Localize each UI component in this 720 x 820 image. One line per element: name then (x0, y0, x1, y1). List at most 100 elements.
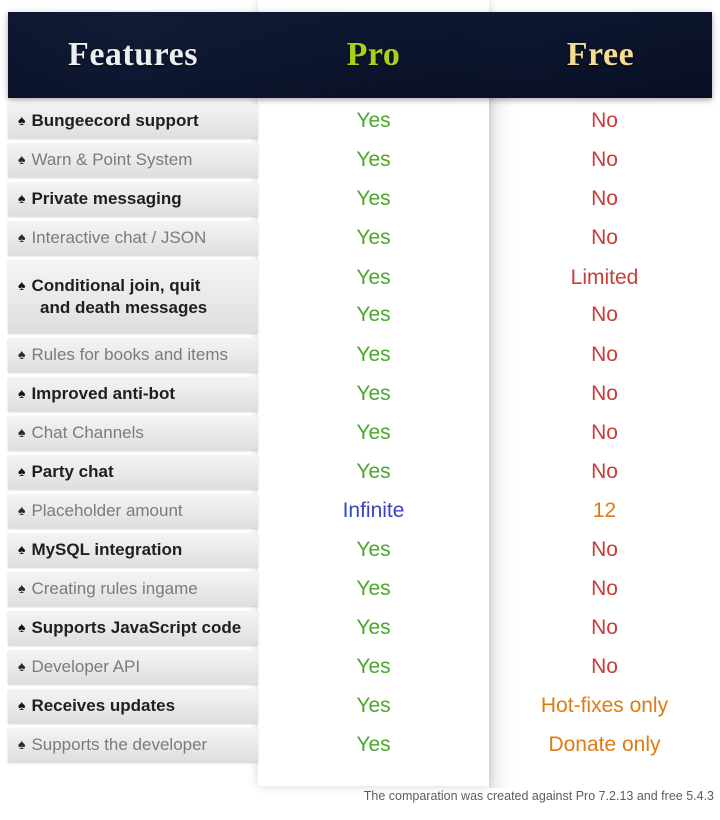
free-value: No (591, 460, 618, 483)
feature-line: ♠ Receives updates (18, 695, 252, 716)
free-value: No (591, 421, 618, 444)
pro-value: Yes (356, 460, 391, 483)
spade-bullet-icon: ♠ (18, 580, 26, 597)
spade-bullet-icon: ♠ (18, 463, 26, 480)
feature-line: ♠ Bungeecord support (18, 110, 252, 131)
feature-cell: ♠ Supports JavaScript code (8, 611, 258, 645)
pro-value: Yes (356, 694, 391, 717)
free-value: No (591, 655, 618, 678)
feature-cell: ♠ Supports the developer (8, 728, 258, 762)
spade-bullet-icon: ♠ (18, 346, 26, 363)
spade-bullet-icon: ♠ (18, 424, 26, 441)
feature-line: ♠ Creating rules ingame (18, 578, 252, 599)
free-value: No (591, 226, 618, 249)
free-value: No (591, 577, 618, 600)
spade-bullet-icon: ♠ (18, 112, 26, 129)
pro-value: Infinite (342, 499, 405, 522)
feature-cell: ♠ Chat Channels (8, 416, 258, 450)
table-row: ♠ Rules for books and items Yes No (0, 338, 720, 372)
feature-line: ♠ MySQL integration (18, 539, 252, 560)
table-body: ♠ Bungeecord support Yes No ♠ Warn & Point Sy… (0, 104, 720, 767)
pro-value: Yes (356, 226, 391, 249)
spade-bullet-icon: ♠ (18, 151, 26, 168)
feature-cell: ♠ Rules for books and items (8, 338, 258, 372)
feature-label: Improved anti-bot (31, 384, 175, 404)
free-value: Hot-fixes only (540, 694, 669, 717)
feature-cell: ♠ Private messaging (8, 182, 258, 216)
feature-label: Party chat (31, 462, 114, 482)
feature-label: Placeholder amount (31, 501, 183, 521)
spade-bullet-icon: ♠ (18, 385, 26, 402)
table-row: ♠ Receives updates Yes Hot-fixes only (0, 689, 720, 723)
feature-label: MySQL integration (31, 540, 183, 560)
feature-cell: ♠ Developer API (8, 650, 258, 684)
feature-cell: ♠ Bungeecord support (8, 104, 258, 138)
feature-cell: ♠ Placeholder amount (8, 494, 258, 528)
table-row: ♠ Supports the developer Yes Donate only (0, 728, 720, 762)
pro-value: Yes (356, 148, 391, 171)
feature-line: ♠ Placeholder amount (18, 500, 252, 521)
feature-line: ♠ Chat Channels (18, 422, 252, 443)
spade-bullet-icon: ♠ (18, 229, 26, 246)
feature-cell: ♠ Interactive chat / JSON (8, 221, 258, 255)
table-row: ♠ Party chat Yes No (0, 455, 720, 489)
feature-label: Private messaging (31, 189, 182, 209)
pro-value: Yes (356, 382, 391, 405)
feature-line: ♠ Party chat (18, 461, 252, 482)
footnote: The comparation was created against Pro … (363, 789, 714, 803)
header-features: Features (68, 36, 198, 73)
table-header-bar: Features Pro Free (8, 12, 712, 98)
feature-cell: ♠ MySQL integration (8, 533, 258, 567)
feature-line: ♠ Rules for books and items (18, 344, 252, 365)
table-row: ♠ MySQL integration Yes No (0, 533, 720, 567)
feature-cell: ♠ Creating rules ingame (8, 572, 258, 606)
pro-value: Yes (356, 538, 391, 561)
feature-label-continued: and death messages (40, 297, 208, 317)
free-value: No (591, 538, 618, 561)
pro-value: Yes (356, 655, 391, 678)
feature-line: ♠ Interactive chat / JSON (18, 227, 252, 248)
spade-bullet-icon: ♠ (18, 658, 26, 675)
pro-value: Yes (356, 302, 391, 326)
pro-value: Yes (356, 109, 391, 132)
table-row: ♠ Improved anti-bot Yes No (0, 377, 720, 411)
feature-cell: ♠ Improved anti-bot (8, 377, 258, 411)
table-row: ♠ Conditional join, quit and death message… (0, 260, 720, 333)
table-row: ♠ Warn & Point System Yes No (0, 143, 720, 177)
feature-label: Warn & Point System (31, 150, 193, 170)
feature-line: ♠ Supports JavaScript code (18, 617, 252, 638)
pro-value: Yes (356, 343, 391, 366)
feature-line: ♠ Improved anti-bot (18, 383, 252, 404)
feature-line: ♠ Supports the developer (18, 734, 252, 755)
feature-cell: ♠ Warn & Point System (8, 143, 258, 177)
feature-label: Rules for books and items (31, 345, 228, 365)
free-value: No (591, 187, 618, 210)
feature-cell: ♠ Conditional join, quit and death message… (8, 260, 258, 333)
pro-value: Yes (356, 577, 391, 600)
table-row: ♠ Bungeecord support Yes No (0, 104, 720, 138)
table-row: ♠ Creating rules ingame Yes No (0, 572, 720, 606)
feature-line: ♠ Private messaging (18, 188, 252, 209)
feature-label: Bungeecord support (31, 111, 199, 131)
table-row: ♠ Supports JavaScript code Yes No (0, 611, 720, 645)
feature-label: Developer API (31, 657, 141, 677)
free-value: No (591, 148, 618, 171)
free-value: No (591, 616, 618, 639)
feature-line: ♠ Conditional join, quit (18, 275, 252, 296)
spade-bullet-icon: ♠ (18, 736, 26, 753)
feature-label: Conditional join, quit (31, 276, 201, 296)
free-value: No (591, 109, 618, 132)
feature-label: Supports the developer (31, 735, 208, 755)
pro-value: Yes (356, 187, 391, 210)
feature-label: Supports JavaScript code (31, 618, 242, 638)
pro-value: Yes (356, 421, 391, 444)
feature-label: Receives updates (31, 696, 176, 716)
feature-line-continued: and death messages (18, 297, 252, 318)
feature-label: Interactive chat / JSON (31, 228, 207, 248)
free-value: No (591, 382, 618, 405)
table-row: ♠ Private messaging Yes No (0, 182, 720, 216)
free-value: No (591, 343, 618, 366)
spade-bullet-icon: ♠ (18, 190, 26, 207)
pro-value: Yes (356, 616, 391, 639)
feature-line: ♠ Warn & Point System (18, 149, 252, 170)
